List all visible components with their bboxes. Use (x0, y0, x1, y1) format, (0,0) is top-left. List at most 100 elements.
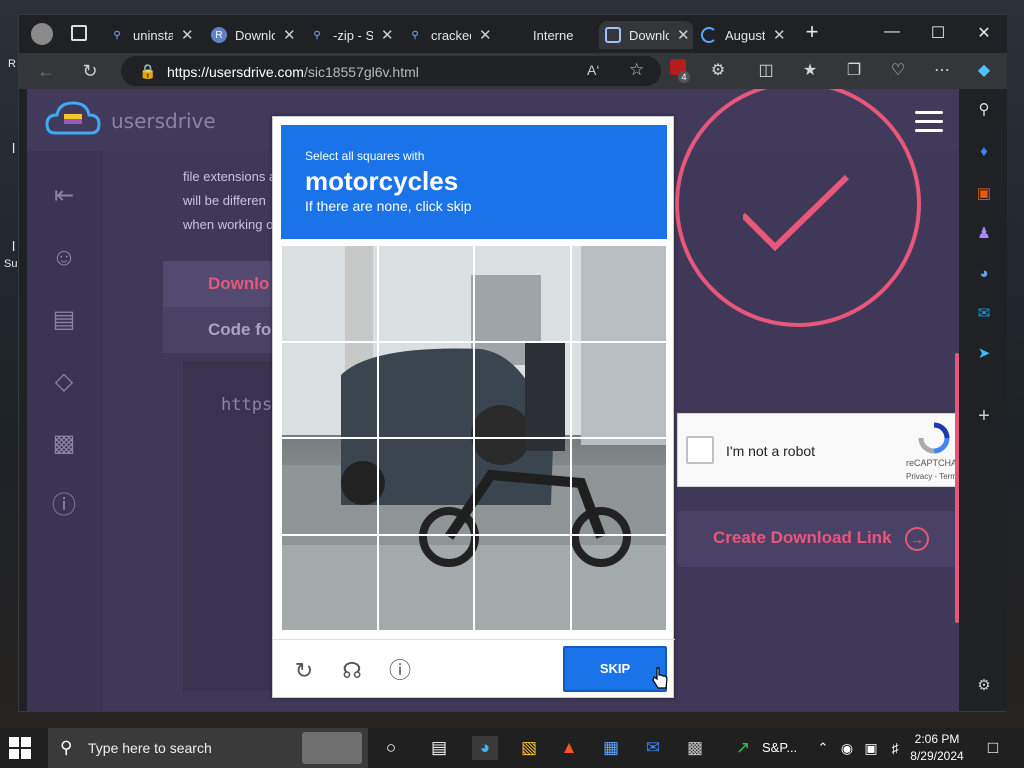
recaptcha-links[interactable]: Privacy - Terms (906, 472, 959, 481)
new-tab-button[interactable]: + (797, 19, 827, 45)
favorite-star-icon[interactable]: ☆ (629, 60, 644, 80)
split-screen-icon[interactable]: ◫ (753, 59, 779, 83)
captcha-tile[interactable] (281, 438, 378, 535)
captcha-tile[interactable] (474, 438, 571, 535)
close-tab-icon[interactable]: ✕ (479, 26, 492, 44)
search-icon: ⚲ (313, 29, 321, 41)
reload-icon[interactable]: ↻ (291, 658, 317, 684)
close-window-icon[interactable]: ✕ (969, 23, 999, 43)
captcha-tile[interactable] (570, 245, 667, 342)
url-text: https://usersdrive.com/sic18557gl6v.html (167, 64, 419, 80)
captcha-instruction: Select all squares with (305, 149, 425, 163)
close-tab-icon[interactable]: ✕ (181, 26, 194, 44)
hamburger-menu-icon[interactable] (915, 111, 943, 133)
file-explorer-icon[interactable]: ▧ (516, 736, 542, 760)
captcha-tile[interactable] (377, 341, 474, 438)
url-field[interactable]: 🔒 https://usersdrive.com/sic18557gl6v.ht… (121, 56, 661, 86)
create-download-link-button[interactable]: Create Download Link → (677, 511, 959, 567)
more-menu-icon[interactable]: ⋯ (929, 59, 955, 83)
captcha-tile[interactable] (377, 245, 474, 342)
stock-ticker-label[interactable]: S&P... (762, 740, 797, 755)
tab-uninstall[interactable]: ⚲ uninsta ✕ (109, 21, 201, 49)
favorites-icon[interactable]: ★ (797, 59, 823, 83)
refresh-icon[interactable]: ↻ (77, 59, 103, 83)
notification-center-icon[interactable]: □ (980, 736, 1006, 760)
stock-chart-icon[interactable]: ↗ (730, 736, 756, 760)
captcha-tile[interactable] (377, 534, 474, 631)
tab-august[interactable]: August ✕ (701, 21, 793, 49)
captcha-tile[interactable] (377, 438, 474, 535)
add-sidebar-app-icon[interactable]: + (973, 405, 995, 427)
info-icon[interactable]: ⓘ (387, 658, 413, 684)
store-icon[interactable]: ▦ (598, 736, 624, 760)
close-tab-icon[interactable]: ✕ (677, 26, 690, 44)
captcha-tile[interactable] (281, 245, 378, 342)
captcha-tile[interactable] (281, 341, 378, 438)
browser-essentials-icon[interactable]: ♡ (885, 59, 911, 83)
description-line: file extensions a (183, 169, 277, 184)
tab-download-active[interactable]: Downlo ✕ (599, 21, 693, 49)
tab-download-r[interactable]: R Downlo ✕ (211, 21, 303, 49)
microsoft365-icon[interactable]: ◕ (973, 263, 995, 285)
captcha-tile[interactable] (570, 438, 667, 535)
widgets-icon[interactable]: ▤ (426, 736, 452, 760)
chevron-up-icon[interactable]: ⌃ (810, 736, 836, 760)
recaptcha-checkbox[interactable] (686, 436, 714, 464)
info-icon[interactable]: ⓘ (49, 491, 79, 521)
login-icon[interactable]: ⇤ (49, 181, 79, 211)
captcha-tile[interactable] (474, 245, 571, 342)
network-icon[interactable]: ▣ (858, 736, 884, 760)
mail-icon[interactable]: ✉ (640, 736, 666, 760)
send-icon[interactable]: ➤ (973, 343, 995, 365)
add-user-icon[interactable]: ☺ (49, 243, 79, 273)
captcha-tile[interactable] (474, 341, 571, 438)
recaptcha-widget: I'm not a robot reCAPTCHA Privacy - Term… (677, 413, 959, 487)
settings-gear-icon[interactable]: ⚙ (973, 675, 995, 697)
outlook-icon[interactable]: ✉ (973, 303, 995, 325)
captcha-tile[interactable] (281, 534, 378, 631)
ublock-icon[interactable]: 4 (665, 59, 691, 83)
edge-taskbar-icon[interactable]: ◕ (472, 736, 498, 760)
webcam-icon[interactable]: ◉ (834, 736, 860, 760)
taskbar-search[interactable]: ⚲ Type here to search (48, 728, 368, 768)
minimize-icon[interactable]: — (877, 23, 907, 41)
site-brand[interactable]: usersdrive (111, 109, 216, 133)
clock-time: 2:06 PM (914, 732, 960, 746)
captcha-tile[interactable] (474, 534, 571, 631)
tab-internet[interactable]: Interne (509, 21, 595, 49)
edge-sidebar: ⚲ ♦ ▣ ♟ ◕ ✉ ➤ + ⚙ (961, 89, 1007, 711)
captcha-tile[interactable] (570, 341, 667, 438)
taskbar-clock[interactable]: 2:06 PM 8/29/2024 (906, 731, 968, 765)
captcha-tile[interactable] (570, 534, 667, 631)
close-tab-icon[interactable]: ✕ (283, 26, 296, 44)
close-tab-icon[interactable]: ✕ (381, 26, 394, 44)
collections-icon[interactable]: ❐ (841, 59, 867, 83)
brave-icon[interactable]: ▲ (556, 736, 582, 760)
shopping-tag-icon[interactable]: ♦ (973, 141, 995, 163)
tab-actions-icon[interactable] (71, 25, 87, 41)
speaker-muted-icon[interactable]: ♯ (882, 736, 908, 760)
close-tab-icon[interactable]: ✕ (773, 26, 786, 44)
back-arrow-icon[interactable]: ← (33, 59, 59, 83)
maximize-icon[interactable]: ☐ (923, 23, 953, 43)
search-icon[interactable]: ⚲ (973, 99, 995, 121)
money-icon[interactable]: ▩ (49, 429, 79, 459)
scrollbar-thumb[interactable] (955, 353, 959, 623)
profile-avatar[interactable] (31, 23, 53, 45)
app-icon[interactable]: ▩ (682, 736, 708, 760)
task-view-icon[interactable]: ○ (378, 736, 404, 760)
tab-cracked[interactable]: ⚲ cracked ✕ (407, 21, 499, 49)
games-icon[interactable]: ♟ (973, 223, 995, 245)
premium-diamond-icon[interactable]: ◇ (49, 367, 79, 397)
audio-headphones-icon[interactable]: ☊ (339, 658, 365, 684)
read-aloud-icon[interactable]: A‘ (587, 62, 599, 78)
extensions-icon[interactable]: ⚙ (705, 59, 731, 83)
loading-spinner-icon (701, 27, 717, 43)
copilot-icon[interactable]: ◆ (971, 59, 997, 83)
usersdrive-logo-icon[interactable] (45, 99, 101, 139)
windows-start-icon[interactable] (8, 736, 32, 760)
tools-icon[interactable]: ▣ (973, 183, 995, 205)
tab-zip[interactable]: ⚲ -zip - S ✕ (309, 21, 401, 49)
news-icon[interactable]: ▤ (49, 305, 79, 335)
lock-icon: 🔒 (139, 63, 157, 79)
